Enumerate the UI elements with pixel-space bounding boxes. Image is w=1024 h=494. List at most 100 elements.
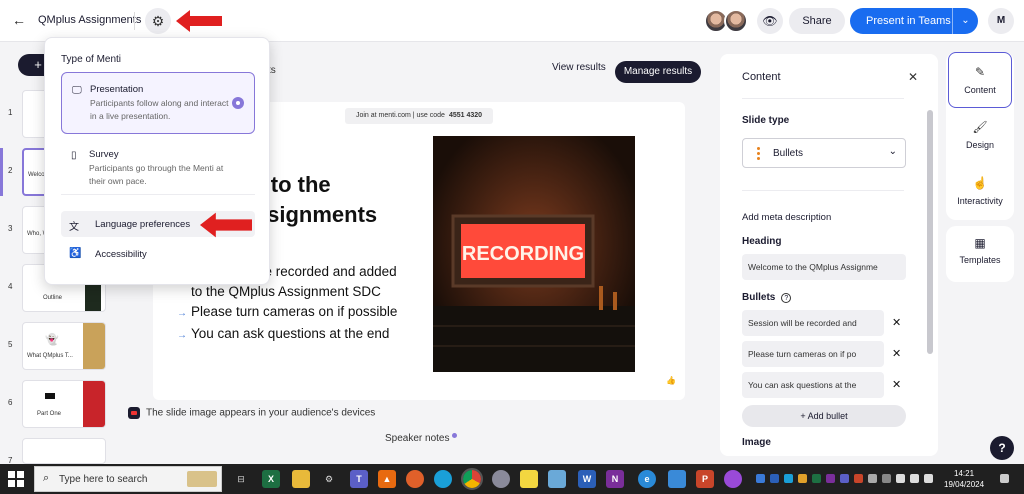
tray-icon[interactable] xyxy=(770,474,779,483)
option-name: Survey xyxy=(89,149,119,160)
tray-icon[interactable] xyxy=(910,474,919,483)
monitor-icon xyxy=(45,393,55,399)
popup-title: Type of Menti xyxy=(61,54,122,65)
app-icon[interactable] xyxy=(668,470,686,488)
arrow-right-icon: → xyxy=(177,330,187,341)
remove-bullet-icon[interactable]: ✕ xyxy=(892,316,901,329)
taskbar-search-input[interactable]: ⌕ Type here to search xyxy=(34,466,222,492)
windows-start-icon[interactable] xyxy=(8,471,24,487)
bullet-input-3[interactable]: You can ask questions at the xyxy=(742,372,884,398)
menti-logo-icon[interactable]: M xyxy=(988,8,1014,34)
explorer-folder-icon[interactable] xyxy=(292,470,310,488)
clock-date: 19/04/2024 xyxy=(944,480,985,489)
slide-thumbnail-6[interactable]: 6 Part One xyxy=(0,380,116,430)
tab-design[interactable]: 🖌 Design xyxy=(948,108,1012,164)
paintbrush-icon: 🖌 xyxy=(972,120,988,134)
notifications-icon[interactable] xyxy=(1000,474,1009,483)
tray-icon[interactable] xyxy=(756,474,765,483)
slide-thumb[interactable] xyxy=(22,438,106,464)
image-indicator-icon xyxy=(128,407,140,419)
presentation-title[interactable]: QMplus Assignments xyxy=(38,14,141,26)
tray-icon[interactable] xyxy=(798,474,807,483)
scroll-thumb[interactable] xyxy=(927,110,933,354)
reactions-icon[interactable]: 👍 xyxy=(665,376,677,388)
tray-icon[interactable] xyxy=(826,474,835,483)
red-arrow-annotation xyxy=(200,212,252,238)
view-results-button[interactable]: View results xyxy=(552,62,606,73)
onenote-icon[interactable]: N xyxy=(606,470,624,488)
slide-thumbnail-7[interactable]: 7 xyxy=(0,438,116,465)
meta-description-link[interactable]: Add meta description xyxy=(742,212,831,223)
active-slide-indicator xyxy=(0,148,3,196)
internet-explorer-icon[interactable]: e xyxy=(638,470,656,488)
tray-icon[interactable] xyxy=(812,474,821,483)
remove-bullet-icon[interactable]: ✕ xyxy=(892,378,901,391)
panel-scrollbar[interactable] xyxy=(926,110,934,452)
powerpoint-icon[interactable]: P xyxy=(696,470,714,488)
panel-divider xyxy=(742,98,904,99)
slide-image-recording-sign[interactable]: RECORDING xyxy=(433,136,635,372)
tray-icon[interactable] xyxy=(882,474,891,483)
firefox-icon[interactable] xyxy=(406,470,424,488)
present-options-chevron-icon[interactable]: ⌄ xyxy=(952,8,978,34)
app-icon[interactable] xyxy=(724,470,742,488)
slide-type-select[interactable]: Bullets ⌄ xyxy=(742,138,906,168)
settings-gear-icon[interactable]: ⚙ xyxy=(145,8,171,34)
back-arrow-icon[interactable]: ← xyxy=(10,11,28,29)
speaker-notes-toggle[interactable]: Speaker notes xyxy=(385,433,457,444)
app-icon[interactable] xyxy=(548,470,566,488)
remove-bullet-icon[interactable]: ✕ xyxy=(892,347,901,360)
bullets-label-text: Bullets xyxy=(742,292,776,303)
tray-icon[interactable] xyxy=(924,474,933,483)
word-icon[interactable]: W xyxy=(578,470,596,488)
selected-radio-icon[interactable] xyxy=(232,97,244,109)
manage-results-button[interactable]: Manage results xyxy=(615,61,701,83)
help-button[interactable]: ? xyxy=(990,436,1014,460)
slide-number: 1 xyxy=(8,108,13,117)
vlc-icon[interactable]: ▲ xyxy=(378,470,396,488)
chrome-icon[interactable] xyxy=(461,468,483,490)
edge-icon[interactable] xyxy=(434,470,452,488)
option-presentation[interactable]: 🖵 Presentation Participants follow along… xyxy=(61,72,255,134)
bullet-input-2[interactable]: Please turn cameras on if po xyxy=(742,341,884,367)
panel-title: Content xyxy=(742,71,781,83)
collaborator-avatars[interactable] xyxy=(704,9,748,33)
slide-thumb[interactable]: 👻 What QMplus T... xyxy=(22,322,106,370)
teams-icon[interactable]: T xyxy=(350,470,368,488)
accessibility-link[interactable]: ♿ Accessibility xyxy=(61,241,255,267)
thumb-label: Part One xyxy=(37,411,62,417)
tray-icon[interactable] xyxy=(784,474,793,483)
image-label: Image xyxy=(742,437,771,448)
tray-icon[interactable] xyxy=(854,474,863,483)
tab-templates[interactable]: ▦ Templates xyxy=(946,226,1014,282)
slide-thumbnail-5[interactable]: 5 👻 What QMplus T... xyxy=(0,322,116,372)
avatar[interactable] xyxy=(724,9,748,33)
survey-phone-icon: ▯ xyxy=(71,150,77,161)
sticky-notes-icon[interactable] xyxy=(520,470,538,488)
share-button[interactable]: Share xyxy=(789,8,845,34)
slide-thumb[interactable]: Part One xyxy=(22,380,106,428)
present-in-teams-button[interactable]: Present in Teams ⌄ xyxy=(850,8,978,34)
tray-icon[interactable] xyxy=(896,474,905,483)
tab-interactivity[interactable]: ☝ Interactivity xyxy=(948,164,1012,220)
tray-icon[interactable] xyxy=(840,474,849,483)
heading-input[interactable]: Welcome to the QMplus Assignme xyxy=(742,254,906,280)
preview-eye-icon[interactable]: 👁 xyxy=(757,8,783,34)
help-circle-icon[interactable]: ? xyxy=(781,293,792,303)
excel-icon[interactable]: X xyxy=(262,470,280,488)
link-label: Accessibility xyxy=(95,249,147,260)
bullet-input-1[interactable]: Session will be recorded and xyxy=(742,310,884,336)
option-description: Participants follow along and interact i… xyxy=(90,98,229,121)
add-bullet-button[interactable]: + Add bullet xyxy=(742,405,906,427)
tab-content[interactable]: ✎ Content xyxy=(948,52,1012,108)
option-survey[interactable]: ▯ Survey Participants go through the Men… xyxy=(61,138,255,190)
close-icon[interactable]: ✕ xyxy=(908,70,918,84)
slide-number: 5 xyxy=(8,340,13,349)
slide-number: 2 xyxy=(8,166,13,175)
app-icon[interactable] xyxy=(492,470,510,488)
task-view-icon[interactable]: ⊟ xyxy=(232,470,250,488)
join-instructions: Join at menti.com | use code 4551 4320 xyxy=(345,108,493,124)
settings-gear-taskbar-icon[interactable]: ⚙ xyxy=(320,470,338,488)
taskbar-clock[interactable]: 14:21 19/04/2024 xyxy=(944,468,984,490)
tray-icon[interactable] xyxy=(868,474,877,483)
